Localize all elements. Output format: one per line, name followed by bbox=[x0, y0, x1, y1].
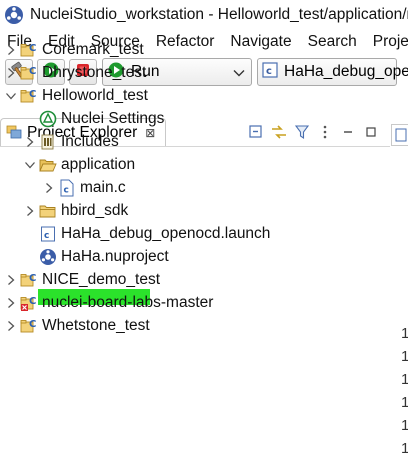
line-number: 1 bbox=[401, 371, 408, 388]
svg-text:C: C bbox=[29, 66, 36, 77]
tree-item-label: NICE_demo_test bbox=[42, 270, 161, 288]
svg-text:C: C bbox=[29, 319, 36, 330]
tree-item-label: Nuclei Settings bbox=[61, 109, 165, 127]
window-title: NucleiStudio_workstation - Helloworld_te… bbox=[30, 6, 408, 23]
c-file-icon bbox=[392, 128, 407, 146]
tree-item[interactable]: c main.c bbox=[0, 176, 390, 199]
editor-tab-main-c[interactable] bbox=[391, 124, 408, 146]
svg-text:c: c bbox=[64, 185, 69, 195]
tree-item-label: Includes bbox=[61, 132, 119, 150]
tree-item-label: HaHa.nuproject bbox=[61, 247, 169, 265]
tree-item[interactable]: C NICE_demo_test bbox=[0, 268, 390, 291]
chevron-right-icon[interactable] bbox=[4, 296, 18, 310]
tree-item-label: nuclei-board-labs-master bbox=[42, 293, 214, 311]
tree-item-label: main.c bbox=[80, 178, 126, 196]
c-project-icon: C bbox=[20, 317, 38, 335]
line-number: 1 bbox=[401, 440, 408, 457]
nuclei-settings-icon bbox=[39, 110, 57, 128]
line-number: 1 bbox=[401, 394, 408, 411]
chevron-down-icon[interactable] bbox=[4, 89, 18, 103]
tree-item[interactable]: C Dhrystone_test bbox=[0, 61, 390, 84]
chevron-right-icon[interactable] bbox=[23, 204, 37, 218]
chevron-right-icon[interactable] bbox=[4, 66, 18, 80]
svg-text:C: C bbox=[29, 43, 36, 54]
tree-item[interactable]: c HaHa_debug_openocd.launch bbox=[0, 222, 390, 245]
folder-icon bbox=[39, 202, 57, 220]
tree-item[interactable]: C Coremark_test bbox=[0, 38, 390, 61]
tree-item-label: Dhrystone_test bbox=[42, 63, 147, 81]
tree-item-label: application bbox=[61, 155, 136, 173]
chevron-right-icon[interactable] bbox=[23, 135, 37, 149]
c-project-icon: C bbox=[20, 64, 38, 82]
launch-file-icon: c bbox=[39, 225, 57, 243]
chevron-right-icon[interactable] bbox=[4, 319, 18, 333]
tree-item[interactable]: application bbox=[0, 153, 390, 176]
tree-item[interactable]: hbird_sdk bbox=[0, 199, 390, 222]
tree-item[interactable]: C Helloworld_test bbox=[0, 84, 390, 107]
tree-item-label: hbird_sdk bbox=[61, 201, 129, 219]
tree-item[interactable]: HaHa.nuproject bbox=[0, 245, 390, 268]
folder-open-icon bbox=[39, 156, 57, 174]
chevron-right-icon[interactable] bbox=[4, 43, 18, 57]
line-number: 1 bbox=[401, 417, 408, 434]
line-number: 1 bbox=[401, 348, 408, 365]
svg-text:C: C bbox=[29, 89, 36, 100]
title-bar: NucleiStudio_workstation - Helloworld_te… bbox=[0, 0, 408, 30]
tree-item[interactable]: Cnuclei-board-labs-master bbox=[0, 291, 390, 314]
svg-text:c: c bbox=[44, 231, 49, 241]
tree-item-label: Whetstone_test bbox=[42, 316, 150, 334]
line-number: 1 bbox=[401, 325, 408, 342]
c-project-icon: C bbox=[20, 87, 38, 105]
chevron-down-icon[interactable] bbox=[23, 158, 37, 172]
chevron-right-icon[interactable] bbox=[42, 181, 56, 195]
c-file-icon: c bbox=[58, 179, 76, 197]
includes-icon bbox=[39, 133, 57, 151]
tree-item-label: Coremark_test bbox=[42, 40, 144, 58]
svg-text:C: C bbox=[29, 273, 36, 284]
tree-item-label: HaHa_debug_openocd.launch bbox=[61, 224, 271, 242]
tree-item[interactable]: Includes bbox=[0, 130, 390, 153]
c-project-error-icon: C bbox=[20, 294, 38, 312]
nuclei-studio-logo-icon bbox=[4, 5, 24, 25]
tree-item-label: Helloworld_test bbox=[42, 86, 148, 104]
c-project-icon: C bbox=[20, 271, 38, 289]
nuproject-icon bbox=[39, 248, 57, 266]
tree-item[interactable]: Nuclei Settings bbox=[0, 107, 390, 130]
tree-item[interactable]: C Whetstone_test bbox=[0, 314, 390, 337]
chevron-right-icon[interactable] bbox=[4, 273, 18, 287]
c-project-icon: C bbox=[20, 41, 38, 59]
svg-text:C: C bbox=[29, 296, 36, 307]
